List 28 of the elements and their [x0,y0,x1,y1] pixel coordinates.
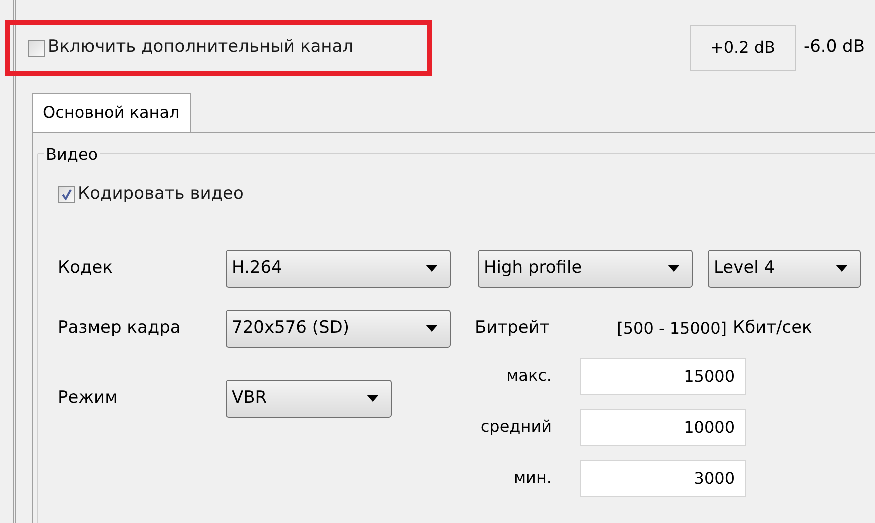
rate-label: макс. [506,365,552,387]
checkbox[interactable]: Кодировать видео [58,182,875,208]
dropdown[interactable]: Level 4 [708,250,861,288]
field-label: Кодек [58,256,114,280]
rate-label: средний [480,416,552,438]
caret-icon [367,395,379,402]
caret-icon [836,265,848,272]
dropdown[interactable]: VBR [226,380,392,418]
input-field[interactable]: 15000 [580,358,746,394]
gain-value: +0.2 dB [690,25,796,71]
caret-icon [668,265,680,272]
bitrate-unit: Кбит/сек [733,316,812,340]
input-field[interactable]: 3000 [580,460,746,496]
caret-icon [426,265,438,272]
input-field[interactable]: 10000 [580,408,746,446]
field-label: Размер кадра [58,316,182,340]
checkmark-icon [60,188,72,201]
checkbox[interactable]: Включить дополнительный канал [28,35,354,61]
gain-reading: -6.0 dB [804,36,865,60]
dropdown[interactable]: 720x576 (SD) [226,310,451,348]
tab[interactable]: Основной канал [32,93,191,132]
bitrate-range: [500 - 15000] [616,318,727,340]
field-label: Режим [58,386,118,410]
dropdown[interactable]: High profile [478,250,693,288]
caret-icon [426,325,438,332]
bitrate-label: Битрейт [475,316,551,340]
rate-label: мин. [512,467,552,489]
dropdown[interactable]: H.264 [226,250,451,288]
